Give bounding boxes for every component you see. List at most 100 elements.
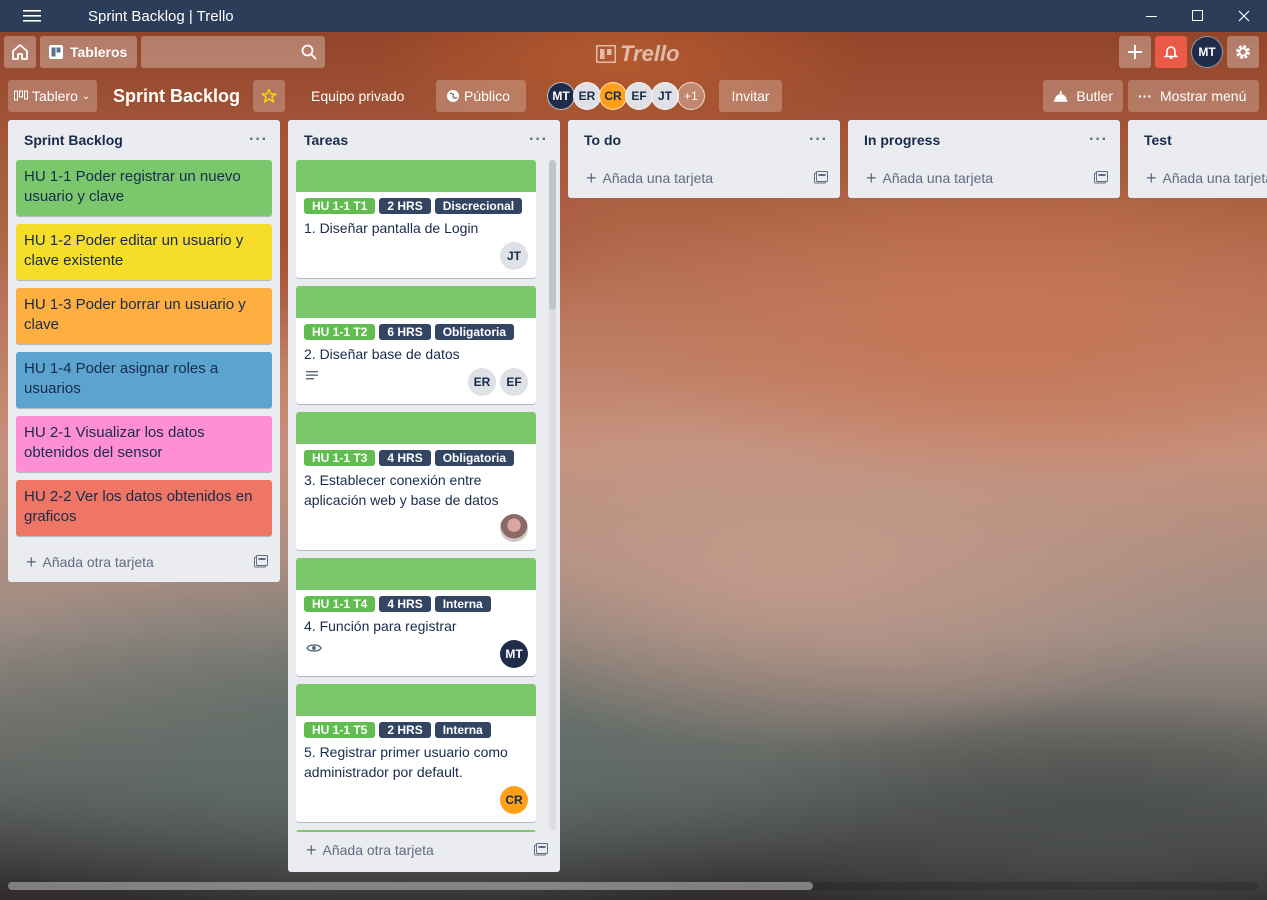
team-label: Equipo privado bbox=[311, 88, 405, 104]
card-cover bbox=[296, 684, 536, 716]
story-card[interactable]: HU 1-2 Poder editar un usuario y clave e… bbox=[16, 224, 272, 280]
logo-text: Trello bbox=[620, 41, 680, 66]
add-card-button[interactable]: + Añada otra tarjeta bbox=[288, 832, 560, 868]
list-cards: HU 1-1 T1 2 HRS Discrecional 1. Diseñar … bbox=[288, 160, 544, 832]
invite-button[interactable]: Invitar bbox=[719, 80, 782, 112]
star-icon bbox=[261, 88, 277, 103]
story-card[interactable]: HU 1-3 Poder borrar un usuario y clave bbox=[16, 288, 272, 344]
member-avatar[interactable]: CR bbox=[500, 786, 528, 814]
member-avatar[interactable]: ER bbox=[468, 368, 496, 396]
plus-icon bbox=[1128, 45, 1142, 59]
member-avatar[interactable]: MT bbox=[500, 640, 528, 668]
task-card[interactable]: HU 1-1 T3 4 HRS Obligatoria 3. Establece… bbox=[296, 412, 536, 550]
card-label: HU 1-1 T4 bbox=[304, 596, 376, 612]
card-label: Interna bbox=[434, 596, 491, 612]
list-menu-icon[interactable]: ··· bbox=[249, 131, 268, 149]
list-title[interactable]: In progress bbox=[864, 132, 940, 148]
card-label: 6 HRS bbox=[379, 324, 431, 340]
card-title: 4. Función para registrar bbox=[304, 618, 457, 634]
template-icon[interactable] bbox=[1094, 171, 1108, 185]
list-title[interactable]: Tareas bbox=[304, 132, 348, 148]
task-card[interactable] bbox=[296, 830, 536, 832]
minimize-icon[interactable] bbox=[1129, 0, 1175, 32]
member-photo-avatar[interactable] bbox=[500, 514, 528, 542]
card-cover bbox=[296, 412, 536, 444]
story-card[interactable]: HU 2-2 Ver los datos obtenidos en grafic… bbox=[16, 480, 272, 536]
description-icon bbox=[306, 371, 318, 380]
plus-icon: + bbox=[1146, 168, 1157, 188]
member-avatar[interactable]: MT bbox=[547, 82, 575, 110]
app-header: Tableros Trello MT bbox=[0, 32, 1267, 72]
more-members-count[interactable]: +1 bbox=[677, 82, 705, 110]
board-title[interactable]: Sprint Backlog bbox=[113, 80, 240, 112]
member-avatar[interactable]: JT bbox=[500, 242, 528, 270]
boards-icon bbox=[49, 45, 63, 59]
list-header: Tareas ··· bbox=[288, 120, 560, 160]
story-card[interactable]: HU 1-1 Poder registrar un nuevo usuario … bbox=[16, 160, 272, 216]
add-card-button[interactable]: + Añada una tarjeta bbox=[848, 160, 1120, 196]
list-scrollbar[interactable] bbox=[549, 160, 556, 830]
card-title: 2. Diseñar base de datos bbox=[304, 346, 460, 362]
list-tareas: Tareas ··· HU 1-1 T1 2 HRS Discrecional … bbox=[288, 120, 560, 872]
star-button[interactable] bbox=[253, 80, 285, 112]
add-card-button[interactable]: + Añada otra tarjeta bbox=[8, 544, 280, 580]
search-icon bbox=[301, 44, 317, 60]
member-avatar[interactable]: EF bbox=[500, 368, 528, 396]
card-label: Discrecional bbox=[434, 198, 523, 214]
trello-logo[interactable]: Trello bbox=[596, 41, 680, 67]
list-title[interactable]: To do bbox=[584, 132, 621, 148]
story-card[interactable]: HU 1-4 Poder asignar roles a usuarios bbox=[16, 352, 272, 408]
add-card-button[interactable]: + Añada una tarjeta bbox=[1128, 160, 1267, 196]
scrollbar-thumb[interactable] bbox=[549, 160, 556, 310]
story-card[interactable]: HU 2-1 Visualizar los datos obtenidos de… bbox=[16, 416, 272, 472]
card-label: 2 HRS bbox=[379, 198, 431, 214]
show-menu-label: Mostrar menú bbox=[1160, 88, 1247, 104]
card-label: Interna bbox=[434, 722, 491, 738]
list-menu-icon[interactable]: ··· bbox=[1089, 131, 1108, 149]
task-card[interactable]: HU 1-1 T2 6 HRS Obligatoria 2. Diseñar b… bbox=[296, 286, 536, 404]
visibility-button[interactable]: Público bbox=[436, 80, 526, 112]
scrollbar-thumb[interactable] bbox=[8, 882, 813, 890]
visibility-label: Público bbox=[464, 88, 510, 104]
task-card[interactable]: HU 1-1 T1 2 HRS Discrecional 1. Diseñar … bbox=[296, 160, 536, 278]
user-avatar[interactable]: MT bbox=[1191, 36, 1223, 68]
card-cover bbox=[296, 160, 536, 192]
template-icon[interactable] bbox=[814, 171, 828, 185]
card-label: HU 1-1 T5 bbox=[304, 722, 376, 738]
hamburger-menu-icon[interactable] bbox=[0, 0, 64, 32]
show-menu-button[interactable]: ··· Mostrar menú bbox=[1128, 80, 1259, 112]
home-button[interactable] bbox=[4, 36, 36, 68]
bell-icon bbox=[1163, 46, 1179, 59]
list-title[interactable]: Test bbox=[1144, 132, 1172, 148]
task-card[interactable]: HU 1-1 T4 4 HRS Interna 4. Función para … bbox=[296, 558, 536, 676]
boards-button[interactable]: Tableros bbox=[40, 36, 138, 68]
team-button[interactable]: Equipo privado bbox=[301, 80, 414, 112]
card-cover bbox=[296, 286, 536, 318]
list-title[interactable]: Sprint Backlog bbox=[24, 132, 123, 148]
create-button[interactable] bbox=[1119, 36, 1151, 68]
butler-button[interactable]: Butler bbox=[1043, 80, 1123, 112]
window-title: Sprint Backlog | Trello bbox=[88, 7, 234, 25]
list-menu-icon[interactable]: ··· bbox=[529, 131, 548, 149]
member-avatar[interactable]: EF bbox=[625, 82, 653, 110]
list-header: Sprint Backlog ··· bbox=[8, 120, 280, 160]
board-horizontal-scrollbar[interactable] bbox=[8, 882, 1258, 890]
board-view-switcher[interactable]: Tablero ⌄ bbox=[8, 80, 97, 112]
notifications-button[interactable] bbox=[1155, 36, 1187, 68]
member-avatar[interactable]: JT bbox=[651, 82, 679, 110]
search-input[interactable] bbox=[141, 36, 326, 68]
member-avatar[interactable]: CR bbox=[599, 82, 627, 110]
maximize-icon[interactable] bbox=[1175, 0, 1221, 32]
close-icon[interactable] bbox=[1221, 0, 1267, 32]
settings-button[interactable] bbox=[1227, 36, 1259, 68]
eye-icon bbox=[306, 644, 322, 652]
task-card[interactable]: HU 1-1 T5 2 HRS Interna 5. Registrar pri… bbox=[296, 684, 536, 822]
template-icon[interactable] bbox=[534, 843, 548, 857]
card-label: Obligatoria bbox=[434, 324, 515, 340]
add-card-label: Añada una tarjeta bbox=[1162, 170, 1267, 186]
add-card-button[interactable]: + Añada una tarjeta bbox=[568, 160, 840, 196]
card-label: HU 1-1 T2 bbox=[304, 324, 376, 340]
list-menu-icon[interactable]: ··· bbox=[809, 131, 828, 149]
template-icon[interactable] bbox=[254, 555, 268, 569]
member-avatar[interactable]: ER bbox=[573, 82, 601, 110]
